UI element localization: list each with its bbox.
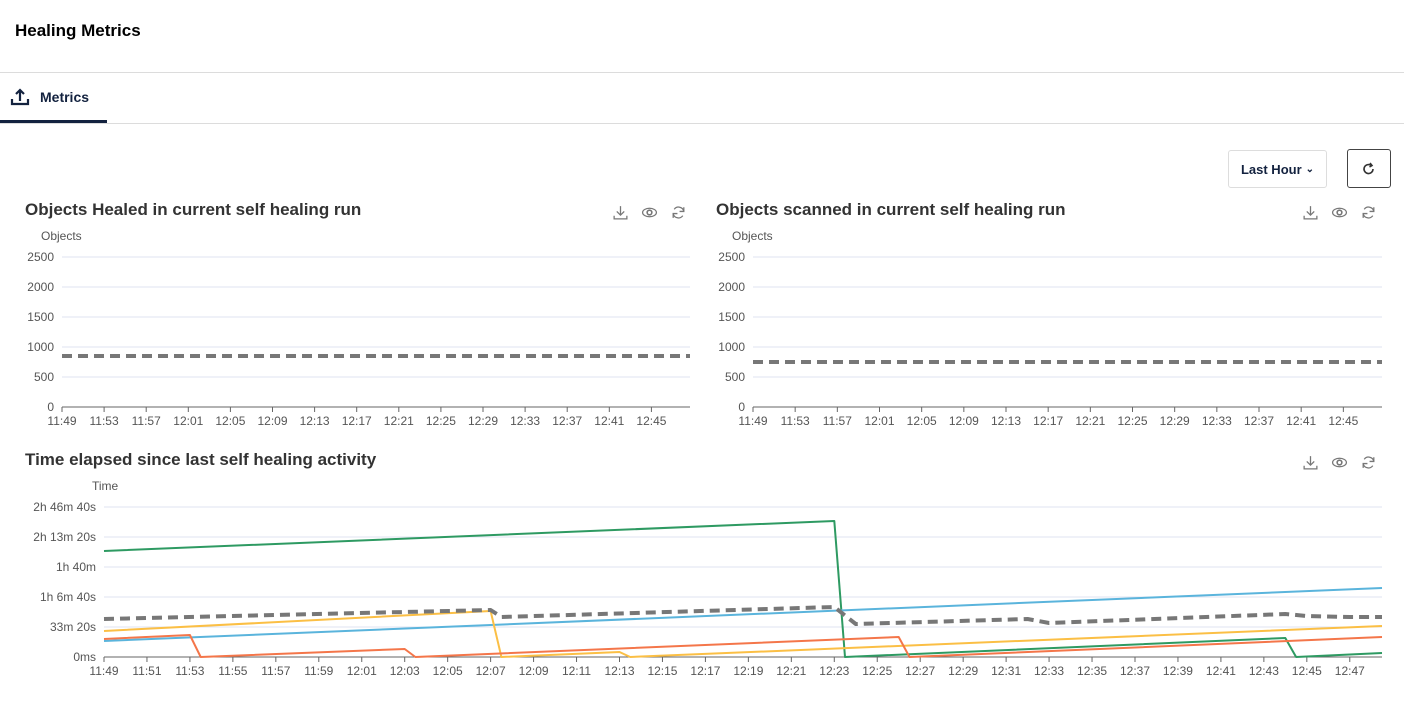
series-line (103, 634, 1383, 658)
y-tick-label: 1500 (718, 310, 745, 324)
x-tick-label: 12:29 (468, 414, 498, 428)
y-tick-label: 1000 (27, 340, 54, 354)
x-tick-label: 12:01 (173, 414, 203, 428)
y-tick-label: 2000 (718, 280, 745, 294)
x-tick-label: 12:19 (733, 664, 763, 678)
x-tick-label: 11:49 (738, 414, 767, 428)
x-tick-label: 12:09 (519, 664, 549, 678)
x-tick-label: 11:49 (89, 664, 118, 678)
series-line (103, 520, 1383, 658)
x-tick-label: 12:11 (562, 664, 591, 678)
x-tick-label: 12:33 (1034, 664, 1064, 678)
y-tick-label: 2000 (27, 280, 54, 294)
x-tick-label: 12:05 (433, 664, 463, 678)
x-tick-label: 12:37 (1120, 664, 1150, 678)
x-tick-label: 11:53 (781, 414, 810, 428)
x-tick-label: 12:27 (905, 664, 935, 678)
x-tick-label: 12:37 (552, 414, 582, 428)
y-axis-label: Objects (732, 229, 773, 243)
x-tick-label: 12:29 (948, 664, 978, 678)
y-tick-label: 2h 46m 40s (33, 500, 96, 514)
x-tick-label: 12:23 (819, 664, 849, 678)
y-tick-label: 500 (34, 370, 54, 384)
x-tick-label: 11:53 (90, 414, 119, 428)
x-tick-label: 12:41 (594, 414, 624, 428)
x-tick-label: 12:47 (1335, 664, 1365, 678)
x-tick-label: 11:51 (132, 664, 161, 678)
chart-1: Objects 0 500 1000 1500 2000 2500 11:49 11:53 11:… (718, 229, 1382, 428)
x-tick-label: 11:53 (175, 664, 204, 678)
x-tick-label: 12:41 (1206, 664, 1236, 678)
x-tick-label: 11:57 (261, 664, 290, 678)
x-tick-label: 11:57 (132, 414, 161, 428)
y-tick-label: 2h 13m 20s (33, 530, 96, 544)
y-tick-label: 33m 20s (50, 620, 96, 634)
chart-2: Time 0ms 33m 20s 1h 6m 40s 1h 40m 2h 13m 20s 2… (33, 479, 1383, 678)
x-tick-label: 12:45 (1292, 664, 1322, 678)
x-tick-label: 12:31 (991, 664, 1021, 678)
x-tick-label: 12:17 (1033, 414, 1063, 428)
x-tick-label: 12:07 (476, 664, 506, 678)
y-tick-label: 2500 (27, 250, 54, 264)
x-tick-label: 12:21 (1075, 414, 1105, 428)
x-tick-label: 12:33 (1202, 414, 1232, 428)
x-tick-label: 12:01 (347, 664, 377, 678)
x-tick-label: 12:37 (1244, 414, 1274, 428)
y-tick-label: 1h 6m 40s (40, 590, 96, 604)
x-tick-label: 12:15 (647, 664, 677, 678)
y-tick-label: 1000 (718, 340, 745, 354)
x-tick-label: 12:05 (907, 414, 937, 428)
y-axis-label: Time (92, 479, 119, 493)
x-tick-label: 12:17 (342, 414, 372, 428)
x-tick-label: 12:17 (690, 664, 720, 678)
x-tick-label: 12:43 (1249, 664, 1279, 678)
x-tick-label: 12:03 (390, 664, 420, 678)
x-tick-label: 12:25 (426, 414, 456, 428)
y-axis-label: Objects (41, 229, 82, 243)
y-tick-label: 0ms (73, 650, 96, 664)
y-tick-label: 0 (47, 400, 54, 414)
x-tick-label: 12:25 (1117, 414, 1147, 428)
x-tick-label: 12:45 (1328, 414, 1358, 428)
x-tick-label: 12:13 (991, 414, 1021, 428)
chart-0: Objects 0 500 1000 1500 2000 2500 11:49 11:53 11:… (27, 229, 690, 428)
x-tick-label: 12:09 (949, 414, 979, 428)
x-tick-label: 12:21 (776, 664, 806, 678)
x-tick-label: 12:21 (384, 414, 414, 428)
x-tick-label: 12:05 (215, 414, 245, 428)
x-tick-label: 12:45 (636, 414, 666, 428)
x-tick-label: 12:01 (864, 414, 894, 428)
x-tick-label: 12:35 (1077, 664, 1107, 678)
y-tick-label: 1500 (27, 310, 54, 324)
x-tick-label: 12:09 (257, 414, 287, 428)
x-tick-label: 11:59 (304, 664, 333, 678)
charts-canvas: Objects 0 500 1000 1500 2000 2500 11:49 11:53 11:… (27, 229, 1383, 678)
x-tick-label: 12:13 (604, 664, 634, 678)
y-tick-label: 0 (738, 400, 745, 414)
x-tick-label: 12:39 (1163, 664, 1193, 678)
x-tick-label: 12:41 (1286, 414, 1316, 428)
x-tick-label: 12:25 (862, 664, 892, 678)
x-tick-label: 12:33 (510, 414, 540, 428)
x-tick-label: 11:55 (218, 664, 247, 678)
x-tick-label: 12:29 (1160, 414, 1190, 428)
x-tick-label: 12:13 (300, 414, 330, 428)
y-tick-label: 1h 40m (56, 560, 96, 574)
x-tick-label: 11:57 (823, 414, 852, 428)
y-tick-label: 500 (725, 370, 745, 384)
y-tick-label: 2500 (718, 250, 745, 264)
x-tick-label: 11:49 (47, 414, 76, 428)
